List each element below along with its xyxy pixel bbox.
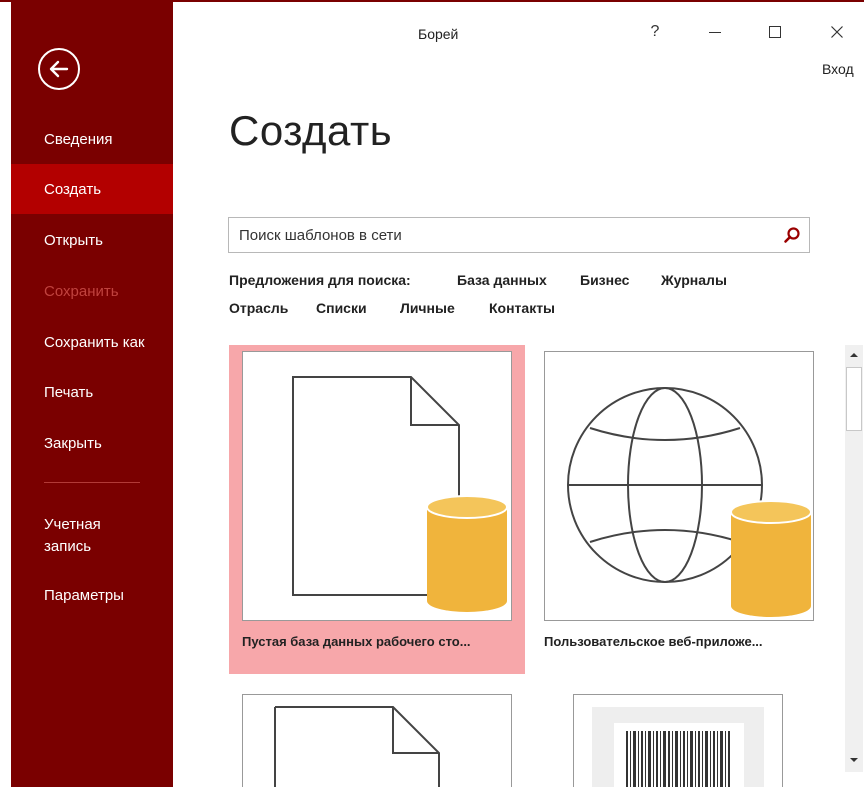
template-partial-document[interactable] (242, 694, 512, 787)
nav-close[interactable]: Закрыть (11, 418, 173, 468)
close-button[interactable] (822, 18, 852, 46)
signin-link[interactable]: Вход (822, 61, 854, 77)
nav-save: Сохранить (44, 282, 119, 300)
nav-new[interactable]: Создать (11, 164, 173, 214)
window-title: Борей (418, 26, 459, 42)
scroll-down-button[interactable] (845, 752, 863, 768)
back-arrow-icon (49, 60, 69, 78)
template-search-box (228, 217, 810, 253)
template-custom-web-app[interactable] (544, 351, 814, 621)
template-search-input[interactable] (229, 218, 789, 252)
nav-save-as[interactable]: Сохранить как (11, 317, 173, 367)
minimize-icon (709, 32, 721, 33)
template-caption: Пользовательское веб-приложе... (544, 634, 763, 649)
scroll-down-icon (850, 758, 858, 762)
document-icon (274, 706, 440, 787)
page-title: Создать (229, 107, 393, 154)
back-button[interactable] (38, 48, 80, 90)
database-icon (426, 495, 508, 612)
close-icon (831, 26, 843, 38)
maximize-icon (769, 26, 781, 38)
nav-print[interactable]: Печать (11, 367, 173, 417)
template-caption: Пустая база данных рабочего сто... (242, 634, 471, 649)
database-icon (730, 500, 812, 617)
nav-options[interactable]: Параметры (11, 570, 173, 620)
templates-scrollbar[interactable] (845, 345, 863, 772)
scroll-up-button[interactable] (845, 347, 863, 363)
web-app-icon (567, 387, 812, 617)
minimize-button[interactable] (700, 18, 730, 46)
suggestion-lists[interactable]: Списки (316, 300, 367, 316)
template-thumbnail (242, 351, 512, 621)
search-suggestions-label: Предложения для поиска: (229, 272, 411, 288)
suggestion-database[interactable]: База данных (457, 272, 547, 288)
scroll-up-icon (850, 353, 858, 357)
help-button[interactable]: ? (640, 18, 670, 46)
nav-info[interactable]: Сведения (11, 114, 173, 164)
maximize-button[interactable] (760, 18, 790, 46)
template-partial-barcode[interactable] (573, 694, 783, 787)
suggestion-business[interactable]: Бизнес (580, 272, 629, 288)
suggestion-journals[interactable]: Журналы (661, 272, 727, 288)
nav-account[interactable]: Учетная запись (11, 504, 141, 564)
suggestion-personal[interactable]: Личные (400, 300, 455, 316)
suggestion-industry[interactable]: Отрасль (229, 300, 288, 316)
scroll-thumb[interactable] (846, 367, 862, 431)
barcode-icon (592, 707, 764, 787)
search-icon (784, 227, 800, 243)
blank-database-icon (292, 376, 508, 612)
nav-separator (44, 482, 140, 483)
search-button[interactable] (779, 222, 805, 248)
suggestion-contacts[interactable]: Контакты (489, 300, 555, 316)
nav-open[interactable]: Открыть (11, 215, 173, 265)
backstage-sidebar: Сведения Создать Открыть Сохранить Сохра… (11, 2, 173, 787)
